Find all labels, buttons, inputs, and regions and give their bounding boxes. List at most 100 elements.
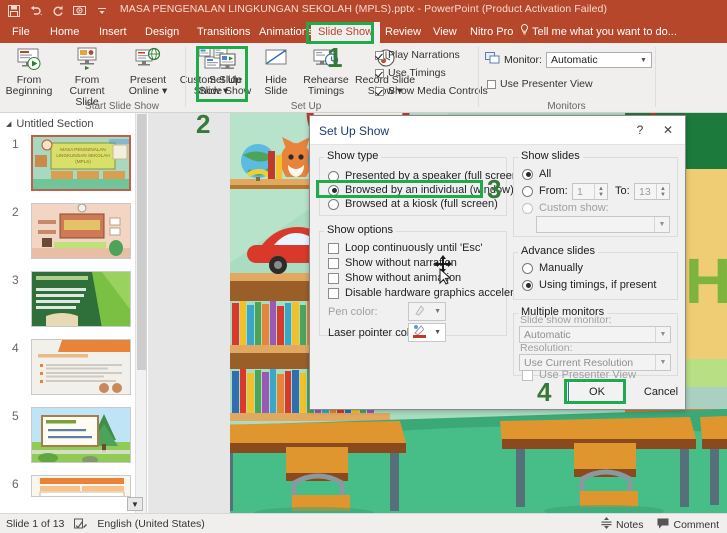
custom-show-radio-dot[interactable] [522,202,533,214]
from-beginning-button[interactable]: From Beginning [0,46,58,97]
pen-color-chevron-down-icon[interactable]: ▼ [434,308,441,315]
use-presenter-view-checkbox-box[interactable] [487,79,496,89]
slide-show-monitor-chevron-down-icon[interactable]: ▼ [655,327,670,342]
slide-thumbnail-pane[interactable]: ◢ Untitled Section 1 MASA PENGENALAN LIN… [0,113,147,513]
play-narrations-checkbox[interactable]: Play Narrations [375,49,460,61]
from-slide-stepper-arrows[interactable]: ▲ ▼ [594,184,607,199]
monitor-select[interactable]: Automatic ▼ [545,52,652,68]
advance-using-timings-radio-dot[interactable] [522,279,533,291]
show-without-animation-checkbox-box[interactable] [328,272,339,284]
presented-by-speaker-radio-dot[interactable] [328,170,339,182]
tab-design[interactable]: Design [138,22,186,43]
thumbnail-pane-scrollbar[interactable] [135,113,146,513]
tab-slide-show[interactable]: Slide Show [311,22,381,43]
set-up-slide-show-icon [194,46,256,72]
monitor-row: Monitor: Automatic ▼ [485,52,652,68]
show-media-controls-checkbox-box[interactable] [375,86,384,96]
ok-button[interactable]: OK [568,381,626,403]
slide-thumbnail-3[interactable] [31,271,131,327]
help-icon[interactable]: ? [629,120,651,140]
slide-show-monitor-select[interactable]: Automatic ▼ [519,326,671,343]
custom-show-select[interactable]: ▼ [536,216,670,233]
tell-me-search[interactable]: Tell me what you want to do... [520,22,677,43]
collapse-section-icon[interactable]: ◢ [6,120,11,128]
show-media-controls-checkbox[interactable]: Show Media Controls [375,85,488,97]
from-slide-stepper[interactable]: 1 ▲ ▼ [572,183,608,200]
tab-home[interactable]: Home [43,22,86,43]
tab-view[interactable]: View [426,22,464,43]
slide-thumbnail-2[interactable] [31,203,131,259]
present-online-button[interactable]: Present Online ▾ [119,46,177,97]
tab-transitions[interactable]: Transitions [190,22,257,43]
browsed-at-kiosk-radio-dot[interactable] [328,198,339,210]
language-indicator[interactable]: English (United States) [97,518,204,530]
loop-continuously-checkbox[interactable]: Loop continuously until 'Esc' [328,242,483,254]
close-icon[interactable]: ✕ [657,120,679,140]
all-slides-radio[interactable]: All [522,168,551,180]
slide-thumbnail-1[interactable]: MASA PENGENALAN LINGKUNGAN SEKOLAH (MPLS… [31,135,131,191]
dialog-use-presenter-view-checkbox-box[interactable] [522,369,533,381]
use-timings-checkbox[interactable]: Use Timings [375,67,446,79]
use-timings-checkbox-box[interactable] [375,68,384,78]
present-online-icon [119,46,177,72]
laser-pointer-color-button[interactable]: ▼ [408,323,446,342]
set-up-slide-show-button[interactable]: Set Up Slide Show [194,46,256,97]
tab-nitro-pro[interactable]: Nitro Pro [463,22,520,43]
from-slides-label: From: [539,185,568,197]
custom-show-chevron-down-icon[interactable]: ▼ [654,217,669,232]
custom-show-radio[interactable]: Custom show: [522,202,609,214]
disable-hardware-acceleration-checkbox[interactable]: Disable hardware graphics acceleration [328,287,538,299]
scroll-down-button[interactable]: ▼ [127,497,143,511]
resolution-chevron-down-icon[interactable]: ▼ [655,355,670,370]
disable-hardware-acceleration-checkbox-box[interactable] [328,287,339,299]
from-slides-radio[interactable]: From: [522,185,568,197]
advance-using-timings-radio[interactable]: Using timings, if present [522,279,656,291]
browsed-by-individual-radio[interactable]: Browsed by an individual (window) [328,184,514,196]
list-item[interactable]: 5 [0,407,140,469]
section-header[interactable]: ◢ Untitled Section [6,118,93,130]
list-item[interactable]: 4 [0,339,140,401]
show-without-narration-checkbox-box[interactable] [328,257,339,269]
all-slides-radio-dot[interactable] [522,168,533,180]
ribbon-group-monitors: Monitor: Automatic ▼ Use Presenter View … [479,43,654,113]
spellcheck-icon[interactable] [74,518,88,530]
notes-button[interactable]: Notes [601,517,643,532]
set-up-show-dialog[interactable]: Set Up Show ? ✕ Show type Presented by a… [309,115,686,410]
annotation-number-1: 1 [327,42,343,73]
pen-color-button[interactable]: ▼ [408,302,446,321]
advance-manually-radio[interactable]: Manually [522,262,583,274]
slide-thumbnail-4[interactable] [31,339,131,395]
show-without-narration-checkbox[interactable]: Show without narration [328,257,457,269]
loop-continuously-checkbox-box[interactable] [328,242,339,254]
tab-insert[interactable]: Insert [92,22,134,43]
from-slides-radio-dot[interactable] [522,185,533,197]
to-slide-stepper[interactable]: 13 ▲ ▼ [634,183,670,200]
list-item[interactable]: 2 [0,203,140,265]
list-item[interactable]: 3 [0,271,140,333]
slide-thumbnail-6[interactable] [31,475,131,497]
svg-text:LINGKUNGAN SEKOLAH: LINGKUNGAN SEKOLAH [56,153,109,158]
rehearse-timings-button[interactable]: Rehearse Timings [297,46,355,97]
slide-thumbnail-5[interactable] [31,407,131,463]
list-item[interactable]: 6 [0,475,140,513]
laser-pointer-color-chevron-down-icon[interactable]: ▼ [434,329,441,336]
hide-slide-button[interactable]: Hide Slide [256,46,296,97]
play-narrations-checkbox-box[interactable] [375,50,384,60]
cancel-button[interactable]: Cancel [632,381,690,403]
tab-file[interactable]: File [5,22,37,43]
comments-button[interactable]: Comment [657,518,719,532]
use-presenter-view-checkbox[interactable]: Use Presenter View [487,78,593,90]
from-current-slide-button[interactable]: From Current Slide [58,46,116,108]
slide-counter[interactable]: Slide 1 of 13 [6,518,64,530]
browsed-at-kiosk-radio[interactable]: Browsed at a kiosk (full screen) [328,198,498,210]
list-item[interactable]: 1 MASA PENGENALAN LINGKUNGAN SEKOLAH (MP… [0,135,140,197]
custom-show-label: Custom show: [539,202,609,214]
annotation-number-2: 2 [196,109,211,139]
advance-manually-radio-dot[interactable] [522,262,533,274]
browsed-by-individual-radio-dot[interactable] [328,184,339,196]
show-without-animation-checkbox[interactable]: Show without animation [328,272,461,284]
scrollbar-thumb[interactable] [137,114,146,370]
tab-review[interactable]: Review [378,22,428,43]
to-slide-stepper-arrows[interactable]: ▲ ▼ [656,184,669,199]
present-online-label-2: Online ▾ [128,85,168,97]
